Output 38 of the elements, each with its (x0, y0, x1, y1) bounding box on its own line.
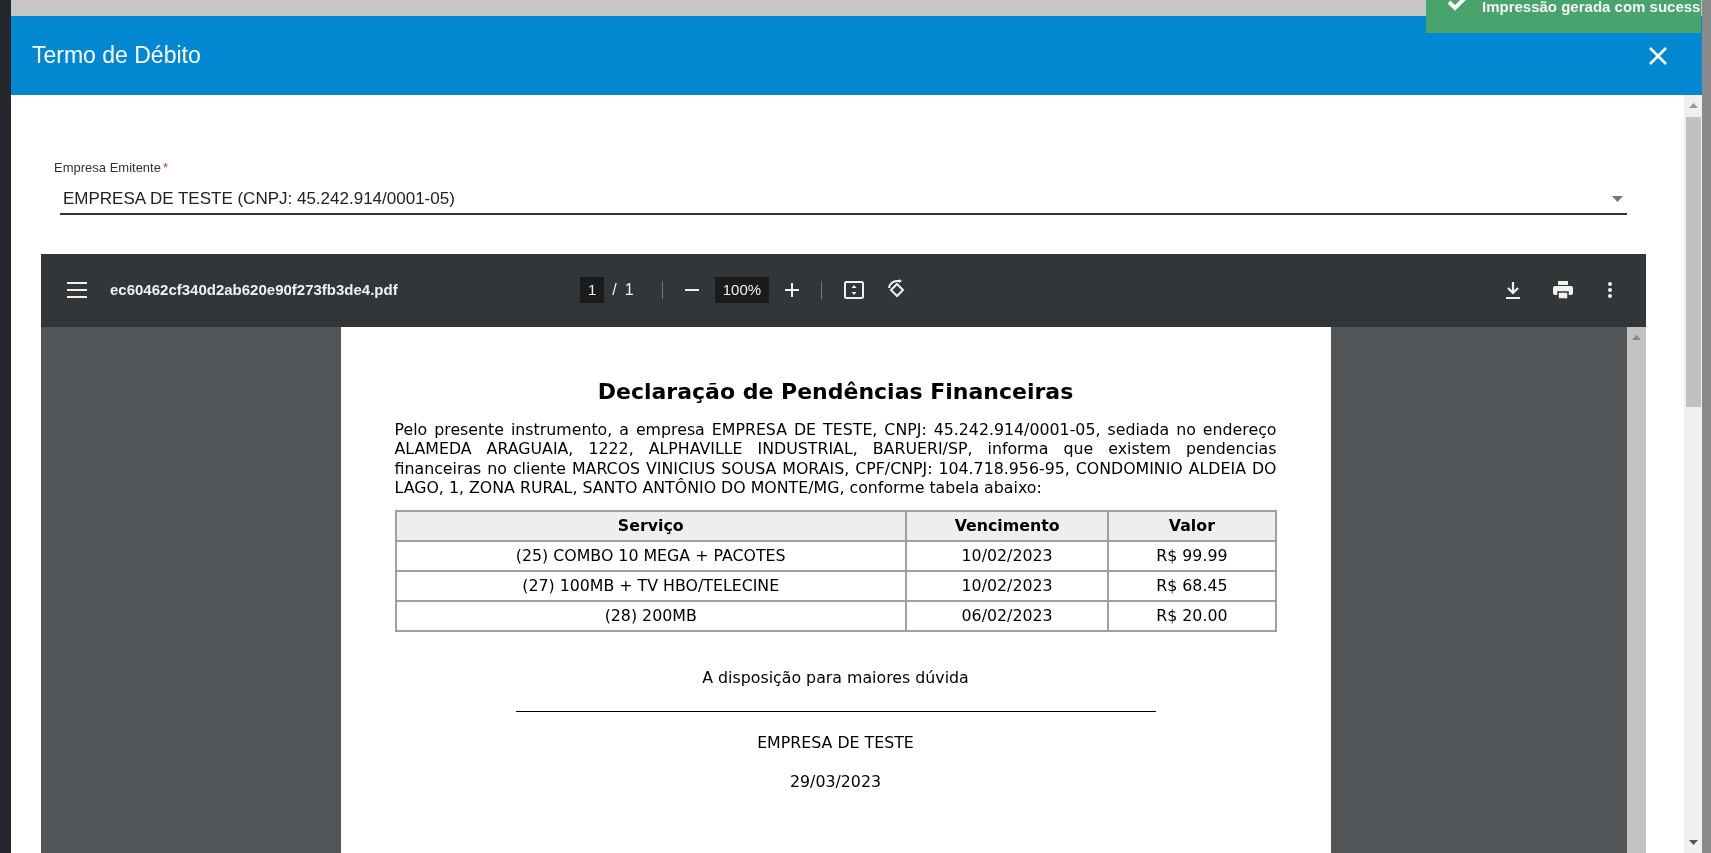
fit-page-button[interactable] (844, 281, 865, 299)
table-cell: 06/02/2023 (905, 600, 1109, 631)
table-cell: R$ 68.45 (1108, 570, 1276, 601)
column-header: Valor (1108, 510, 1276, 541)
modal-scrollbar[interactable] (1684, 95, 1702, 853)
signer-name: EMPRESA DE TESTE (756, 731, 915, 754)
toast-message: Impressão gerada com sucess (1482, 0, 1701, 17)
menu-button[interactable] (67, 282, 87, 298)
closing-text: A disposição para maiores dúvida (701, 666, 970, 689)
column-header: Serviço (395, 510, 906, 541)
modal-title: Termo de Débito (32, 41, 201, 71)
more-options-button[interactable] (1608, 282, 1612, 298)
file-name: ec60462cf340d2ab620e90f273fb3de4.pdf (110, 279, 399, 300)
table-cell: R$ 99.99 (1108, 540, 1276, 571)
pdf-scrollbar[interactable] (1627, 326, 1646, 853)
document-date: 29/03/2023 (788, 771, 883, 794)
table-cell: R$ 20.00 (1108, 600, 1276, 631)
document-title: Declaração de Pendências Financeiras (596, 377, 1075, 406)
table-cell: (25) COMBO 10 MEGA + PACOTES (395, 540, 906, 571)
document-paragraph: Pelo presente instrumento, a empresa EMPRESA DE TESTE, CNPJ: 45.242.914/0001-05, sediada no endereço ALAMEDA ARAGUAIA, 1222, ALPHAVILLE INDUSTRIAL, BARUERI/SP, informa que existem pendencias financeiras no cliente MARCOS VINICIUS SOUSA MORAIS, CPF/CNPJ: 104.718.956-95, CONDOMINIO ALDEIA DO LAGO, 1, ZONA RURAL, SANTO ANTÔNIO DO MONTE/MG, conforme tabela abaixo: (394, 419, 1277, 498)
table-cell: 10/02/2023 (905, 540, 1109, 571)
page-separator: / (612, 280, 617, 300)
download-button[interactable] (1506, 281, 1520, 299)
dropdown-caret-icon (1612, 195, 1623, 202)
table-cell: (27) 100MB + TV HBO/TELECINE (395, 570, 906, 601)
table-cell: (28) 200MB (395, 600, 906, 631)
zoom-in-button[interactable] (785, 283, 800, 297)
print-button[interactable] (1553, 281, 1573, 299)
scroll-down-arrow-icon[interactable] (1688, 840, 1698, 845)
required-mark: * (162, 160, 168, 175)
column-header: Vencimento (905, 510, 1109, 541)
zoom-field[interactable]: 100% (714, 276, 770, 304)
company-select[interactable]: EMPRESA DE TESTE (CNPJ: 45.242.914/0001-05) (60, 185, 1627, 215)
table-cell: 10/02/2023 (905, 570, 1109, 601)
close-button[interactable] (1648, 45, 1668, 66)
page-total: 1 (624, 280, 634, 300)
page-number-field[interactable]: 1 (580, 276, 605, 304)
field-label: Empresa Emitente* (54, 159, 169, 177)
